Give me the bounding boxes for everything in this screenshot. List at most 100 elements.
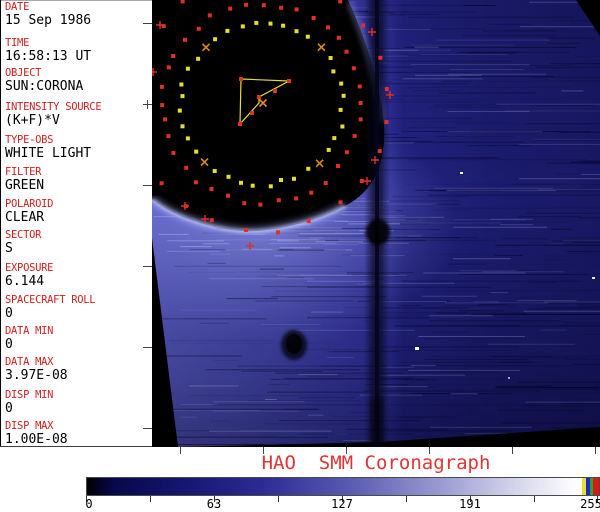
fiducial-dot <box>258 202 263 207</box>
field-label: DATE <box>5 1 30 13</box>
fiducial-dot <box>268 21 273 26</box>
field-value: 1.00E-08 <box>5 432 68 447</box>
fiducial-dot <box>163 117 168 122</box>
fiducial-dot <box>268 184 273 189</box>
fiducial-dot <box>305 34 310 39</box>
fiducial-dot <box>276 198 281 203</box>
fiducial-dot <box>311 16 316 20</box>
sidebar-field: SPACECRAFT ROLL 0 <box>5 295 151 321</box>
fiducial-dot <box>254 20 259 25</box>
pylon-blob <box>366 219 390 245</box>
field-value: 0 <box>5 337 13 352</box>
fiducial-dot <box>338 0 343 4</box>
fiducial-dot <box>279 178 283 182</box>
sidebar-field: POLAROID CLEAR <box>5 199 151 225</box>
fiducial-dot <box>159 181 164 186</box>
colorbar-tick-label: 0 <box>85 497 93 511</box>
fiducial-dot <box>357 84 362 89</box>
axis-tick-left <box>143 185 152 186</box>
fiducial-dot <box>180 0 185 4</box>
colorbar-tick-label: 255 <box>580 497 600 511</box>
contour-vertex-dot <box>273 89 277 93</box>
sidebar-field: DISP MAX 1.00E-08 <box>5 421 151 447</box>
sidebar-field: DATA MIN 0 <box>5 326 151 352</box>
field-value: 16:58:13 UT <box>5 49 92 64</box>
colorbar-tick-label: 127 <box>331 497 353 511</box>
fiducial-dot <box>225 28 230 33</box>
colorbar-tick <box>406 496 407 502</box>
sidebar-field: OBJECT SUN:CORONA <box>5 68 151 94</box>
fiducial-dot <box>292 176 296 181</box>
fiducial-dot <box>306 166 311 171</box>
fiducial-dot <box>384 120 389 125</box>
field-value: WHITE LIGHT <box>5 146 92 161</box>
fiducial-dot <box>196 56 201 61</box>
fiducial-dot <box>338 107 343 112</box>
fiducial-dot <box>244 228 249 232</box>
bright-speck <box>415 347 419 350</box>
fiducial-dot <box>341 93 346 98</box>
field-value: 15 Sep 1986 <box>5 13 92 28</box>
sidebar-field: DISP MIN 0 <box>5 390 151 416</box>
fiducial-dot <box>160 103 165 108</box>
field-value: SUN:CORONA <box>5 79 84 94</box>
fiducial-dot <box>336 35 341 40</box>
sidebar-field: DATA MAX 3.97E-08 <box>5 357 151 383</box>
fiducial-dot <box>212 169 217 173</box>
fiducial-dot <box>209 187 214 191</box>
fiducial-dot <box>336 164 340 168</box>
field-label: POLAROID <box>5 198 54 210</box>
fiducial-dot <box>361 23 366 28</box>
fiducial-dot <box>185 136 190 141</box>
bright-speck <box>508 377 510 379</box>
field-value: S <box>5 241 13 256</box>
sidebar-field: INTENSITY SOURCE (K+F)*V <box>5 102 151 128</box>
fiducial-dot <box>179 82 184 87</box>
field-label: INTENSITY SOURCE <box>5 101 102 113</box>
fiducial-dot <box>338 200 343 205</box>
field-value: (K+F)*V <box>5 113 60 128</box>
fiducial-dot <box>279 5 284 10</box>
contour-vertex-dot <box>257 95 261 99</box>
metadata-sidebar: DATE 15 Sep 1986 TIME 16:58:13 UT OBJECT SUN:… <box>0 0 152 447</box>
field-label: TIME <box>5 37 30 49</box>
fiducial-dot <box>171 54 176 58</box>
bright-speck <box>460 172 463 174</box>
field-value: 0 <box>5 401 13 416</box>
sidebar-field: FILTER GREEN <box>5 167 151 193</box>
field-value: 3.97E-08 <box>5 368 68 383</box>
colorbar-tick-label: 191 <box>459 497 481 511</box>
colorbar-stripe <box>593 478 599 495</box>
field-label: TYPE-OBS <box>5 134 54 146</box>
axis-tick-left <box>143 266 152 267</box>
fiducial-dot <box>180 124 185 129</box>
fiducial-dot <box>207 13 212 18</box>
fiducial-dot <box>244 2 249 7</box>
fiducial-dot <box>328 56 333 60</box>
frame-left-line <box>0 0 1 446</box>
colorbar-tick-label: 63 <box>206 497 222 511</box>
fiducial-dot <box>242 201 247 206</box>
sidebar-field: DATE 15 Sep 1986 <box>5 2 151 28</box>
axis-tick-left <box>143 428 152 429</box>
dust-blob <box>281 330 307 360</box>
colorbar-tick <box>534 496 535 502</box>
fiducial-dot <box>213 37 218 42</box>
field-label: SPACECRAFT ROLL <box>5 294 96 306</box>
contour-vertex-dot <box>287 79 291 83</box>
field-label: DISP MAX <box>5 420 54 432</box>
field-value: CLEAR <box>5 210 45 225</box>
sidebar-field: TIME 16:58:13 UT <box>5 38 151 64</box>
axis-tick-left-cross <box>147 100 148 109</box>
sidebar-field: TYPE-OBS WHITE LIGHT <box>5 135 151 161</box>
fiducial-dot <box>339 81 344 86</box>
fiducial-dot <box>332 136 337 141</box>
field-value: 0 <box>5 306 13 321</box>
fiducial-dot <box>331 69 336 74</box>
fiducial-dot <box>193 180 198 185</box>
contour-vertex-dot <box>239 77 243 81</box>
fiducial-dot <box>378 55 383 60</box>
fiducial-dot <box>351 66 356 71</box>
field-label: DATA MAX <box>5 356 54 368</box>
contour-vertex-dot <box>238 122 242 126</box>
